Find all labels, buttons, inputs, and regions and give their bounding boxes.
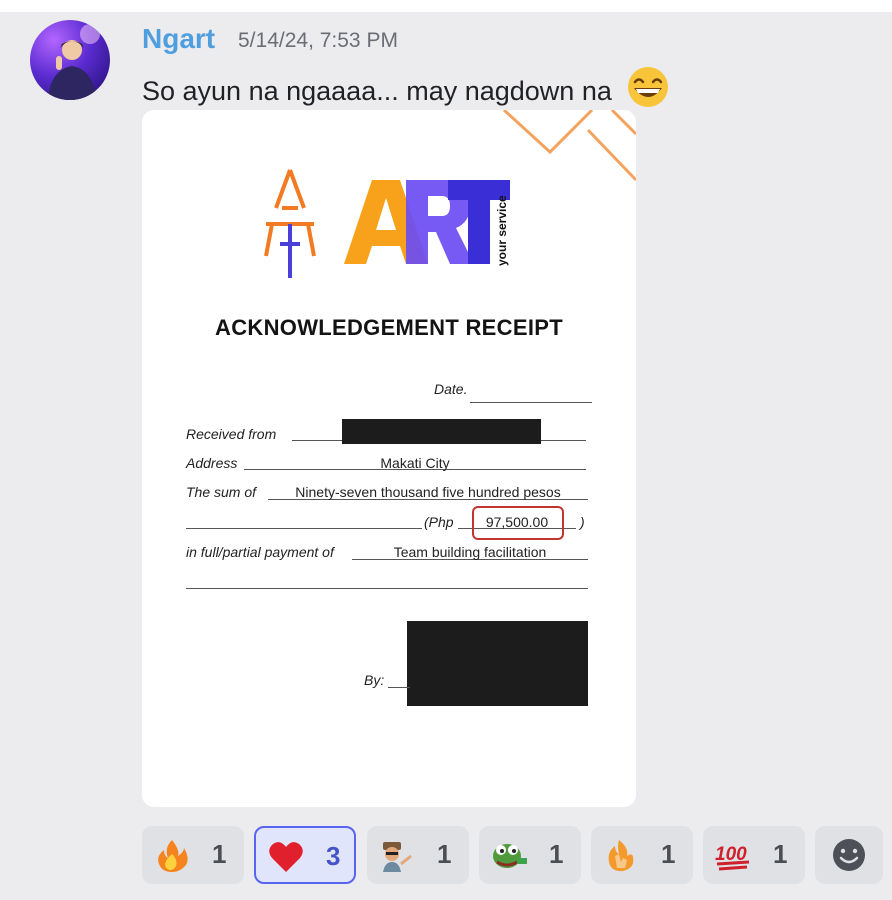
message-text: So ayun na ngaaaa... may nagdown na bbox=[142, 76, 612, 106]
add-reaction-icon bbox=[833, 839, 865, 871]
extra-line bbox=[186, 588, 588, 589]
top-band bbox=[0, 0, 892, 12]
message-username[interactable]: Ngart bbox=[142, 23, 215, 55]
date-line bbox=[470, 402, 592, 403]
image-attachment[interactable]: your service ACKNOWLEDGEMENT RECEIPT Dat… bbox=[142, 110, 636, 807]
reaction-count: 1 bbox=[661, 839, 676, 869]
amount-highlight-box bbox=[472, 506, 564, 540]
company-logo: your service bbox=[264, 169, 510, 278]
reaction-custom-pepe[interactable]: 1 bbox=[479, 826, 581, 884]
message-timestamp: 5/14/24, 7:53 PM bbox=[238, 29, 398, 52]
php-blank-line bbox=[186, 528, 422, 529]
avatar[interactable] bbox=[30, 20, 110, 100]
red-heart-icon bbox=[269, 842, 303, 872]
redacted-signature-block bbox=[407, 621, 588, 706]
php-label: (Php bbox=[424, 514, 454, 530]
payment-label: in full/partial payment of bbox=[186, 544, 334, 560]
sum-label: The sum of bbox=[186, 484, 257, 500]
hundred-points-icon: 100 bbox=[715, 844, 750, 871]
reaction-count: 1 bbox=[773, 839, 788, 869]
by-line bbox=[388, 687, 410, 688]
message-text-row: So ayun na ngaaaa... may nagdown na bbox=[142, 66, 671, 115]
payment-value: Team building facilitation bbox=[393, 544, 547, 560]
add-reaction-button[interactable] bbox=[815, 826, 883, 884]
pepe-frog-icon bbox=[493, 844, 527, 868]
reaction-fire[interactable]: 1 bbox=[142, 826, 244, 884]
grinning-face-emoji-icon bbox=[625, 66, 671, 115]
address-label: Address bbox=[186, 455, 238, 471]
reaction-count: 1 bbox=[437, 839, 452, 869]
avatar-image bbox=[48, 24, 100, 100]
reaction-count: 1 bbox=[212, 839, 227, 869]
reaction-heart[interactable]: 3 bbox=[254, 826, 356, 884]
logo-tagline: your service bbox=[495, 195, 509, 266]
date-label: Date. bbox=[434, 381, 468, 397]
received-from-label: Received from bbox=[186, 426, 277, 442]
reaction-custom-man[interactable]: 1 bbox=[367, 826, 469, 884]
man-pointing-icon bbox=[383, 842, 412, 872]
address-value: Makati City bbox=[380, 455, 450, 471]
reaction-count: 3 bbox=[326, 841, 341, 871]
receipt-title: ACKNOWLEDGEMENT RECEIPT bbox=[215, 315, 563, 340]
php-close: ) bbox=[580, 514, 585, 530]
reaction-custom-fire-hand[interactable]: 1 bbox=[591, 826, 693, 884]
reaction-hundred[interactable]: 100 1 bbox=[703, 826, 805, 884]
fire-icon bbox=[158, 840, 188, 872]
redacted-name-block bbox=[342, 419, 541, 444]
by-label: By: bbox=[364, 672, 385, 688]
reaction-count: 1 bbox=[549, 839, 564, 869]
sum-value: Ninety-seven thousand five hundred pesos bbox=[295, 484, 561, 500]
fire-hand-icon bbox=[608, 840, 634, 872]
